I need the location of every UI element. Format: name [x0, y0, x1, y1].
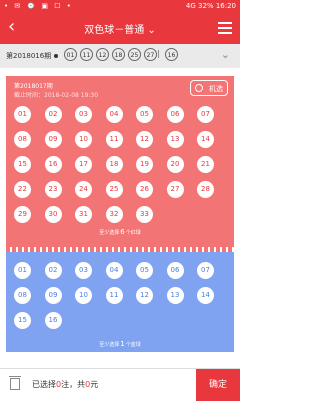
red-ball-30[interactable]: 30 [44, 206, 62, 223]
dice-icon [195, 84, 203, 92]
red-ball-14[interactable]: 14 [197, 131, 214, 148]
machine-select-label: 机选 [209, 85, 223, 93]
last-draw-red-ball: 27 [144, 48, 157, 61]
last-draw-red-ball: 11 [80, 48, 93, 61]
red-ball-16[interactable]: 16 [44, 156, 62, 173]
last-draw-red-ball: 18 [112, 48, 125, 61]
last-draw-red-ball: 25 [128, 48, 141, 61]
blue-ball-05[interactable]: 05 [136, 262, 153, 279]
hint-prefix: 至少选择 [99, 230, 120, 236]
red-ball-18[interactable]: 18 [105, 156, 123, 173]
hint-count: 1 [120, 340, 125, 348]
red-ball-15[interactable]: 15 [14, 156, 31, 173]
red-ball-31[interactable]: 31 [75, 206, 92, 223]
red-ball-05[interactable]: 05 [136, 106, 153, 123]
red-ball-33[interactable]: 33 [136, 206, 153, 223]
blue-ball-04[interactable]: 04 [105, 262, 123, 279]
last-draw-bar[interactable]: 第2018016期 01 11 12 18 25 27 | 16 ⌄ [0, 44, 240, 68]
blue-ball-10[interactable]: 10 [75, 287, 92, 304]
red-ball-25[interactable]: 25 [105, 181, 123, 198]
status-icons: • ✉ ⌚ ▣ ☐ • [4, 2, 73, 10]
hint-prefix: 至少选择 [99, 342, 120, 348]
blue-ball-09[interactable]: 09 [44, 287, 62, 304]
red-ball-13[interactable]: 13 [166, 131, 184, 148]
hint-count: 6 [120, 228, 125, 236]
status-right: 4G 32% 16:20 [186, 2, 236, 10]
blue-ball-01[interactable]: 01 [14, 262, 31, 279]
red-ball-27[interactable]: 27 [166, 181, 184, 198]
blue-ball-16[interactable]: 16 [44, 312, 62, 329]
dot-icon [54, 54, 58, 58]
red-ball-23[interactable]: 23 [44, 181, 62, 198]
last-draw-red-ball: 01 [64, 48, 77, 61]
red-ball-22[interactable]: 22 [14, 181, 31, 198]
blue-ball-12[interactable]: 12 [136, 287, 153, 304]
red-ball-section: 第2018017期 截止时间：2018-02-08 19:30 机选 01 02 0… [6, 76, 234, 248]
last-draw-red-balls: 01 11 12 18 25 27 [64, 48, 157, 61]
clock: 16:20 [215, 2, 236, 10]
red-ball-24[interactable]: 24 [75, 181, 92, 198]
red-hint: 至少选择6个红球 [6, 228, 234, 236]
last-draw-issue: 第2018016期 [6, 52, 52, 60]
blue-ball-02[interactable]: 02 [44, 262, 62, 279]
last-draw-red-ball: 12 [96, 48, 109, 61]
red-ball-20[interactable]: 20 [166, 156, 184, 173]
blue-ball-06[interactable]: 06 [166, 262, 184, 279]
red-ball-02[interactable]: 02 [44, 106, 62, 123]
blue-ball-07[interactable]: 07 [197, 262, 214, 279]
machine-select-button[interactable]: 机选 [190, 80, 228, 96]
red-ball-26[interactable]: 26 [136, 181, 153, 198]
red-ball-32[interactable]: 32 [105, 206, 123, 223]
blue-ball-11[interactable]: 11 [105, 287, 123, 304]
blue-ball-15[interactable]: 15 [14, 312, 31, 329]
hint-suffix: 个红球 [125, 230, 141, 236]
menu-icon[interactable] [218, 22, 232, 34]
red-ball-03[interactable]: 03 [75, 106, 92, 123]
page-title[interactable]: 双色球－普通 ⌄ [0, 21, 240, 36]
red-ball-19[interactable]: 19 [136, 156, 153, 173]
confirm-button[interactable]: 确定 [196, 369, 240, 401]
red-ball-09[interactable]: 09 [44, 131, 62, 148]
blue-ball-08[interactable]: 08 [14, 287, 31, 304]
blue-ball-section: 01 02 03 04 05 06 07 08 09 10 11 12 13 14 15 16 至少选择1个蓝… [6, 252, 234, 352]
signal-indicator: 4G [185, 2, 196, 10]
summary-mid: 注，共 [61, 380, 86, 389]
summary-prefix: 已选择 [32, 380, 56, 389]
red-ball-10[interactable]: 10 [75, 131, 92, 148]
red-ball-07[interactable]: 07 [197, 106, 214, 123]
red-ball-01[interactable]: 01 [14, 106, 31, 123]
hint-suffix: 个蓝球 [125, 342, 141, 348]
red-ball-06[interactable]: 06 [166, 106, 184, 123]
ball-separator: | [157, 49, 160, 58]
last-draw-blue-ball: 16 [165, 48, 178, 61]
chevron-down-icon: ⌄ [147, 25, 156, 36]
blue-ball-13[interactable]: 13 [166, 287, 184, 304]
red-ball-28[interactable]: 28 [197, 181, 214, 198]
red-ball-21[interactable]: 21 [197, 156, 214, 173]
red-ball-12[interactable]: 12 [136, 131, 153, 148]
blue-ball-14[interactable]: 14 [197, 287, 214, 304]
selection-summary: 已选择0注，共0元 [32, 379, 98, 390]
red-ball-04[interactable]: 04 [105, 106, 123, 123]
lottery-type-label: 双色球－普通 [84, 25, 145, 36]
trash-icon[interactable] [9, 376, 21, 390]
status-bar: • ✉ ⌚ ▣ ☐ • 4G 32% 16:20 [0, 0, 240, 12]
blue-ball-03[interactable]: 03 [75, 262, 92, 279]
current-issue: 第2018017期 [14, 83, 53, 90]
red-ball-08[interactable]: 08 [14, 131, 31, 148]
app-header: ‹ 双色球－普通 ⌄ [0, 12, 240, 44]
red-ball-11[interactable]: 11 [105, 131, 123, 148]
red-ball-29[interactable]: 29 [14, 206, 31, 223]
red-ball-17[interactable]: 17 [75, 156, 92, 173]
blue-hint: 至少选择1个蓝球 [6, 340, 234, 348]
battery-level: 32% [198, 2, 214, 10]
currency-unit: 元 [90, 380, 99, 389]
bottom-bar: 已选择0注，共0元 确定 [0, 368, 240, 401]
chevron-down-icon[interactable]: ⌄ [221, 48, 230, 61]
deadline: 截止时间：2018-02-08 19:30 [14, 92, 99, 99]
